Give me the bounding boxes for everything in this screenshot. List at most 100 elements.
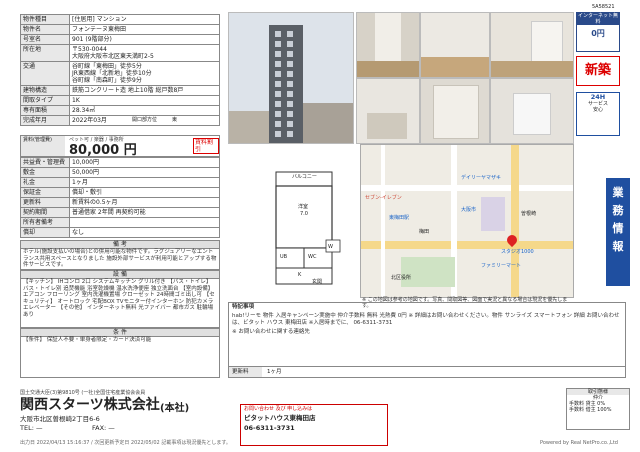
- money-value: 50,000円: [69, 167, 220, 178]
- money-key: 契約期間: [20, 207, 70, 218]
- money-row: 更新料 新賃料の0.5ヶ月: [20, 197, 220, 208]
- vbar-char-3: 情: [612, 222, 624, 235]
- money-value: 償却・敷引: [69, 187, 220, 198]
- spec-row: 完成年月 2022年03月: [20, 115, 220, 126]
- money-value: なし: [69, 227, 220, 238]
- rent-row: 賃料(管理費) ペット可 / 楽器 / 事務所 80,000 円 賃料割引: [20, 135, 220, 158]
- money-key: 保証金: [20, 187, 70, 198]
- spec-row: 専有面積 28.34㎡: [20, 105, 220, 116]
- interior-photo-1: [356, 12, 420, 78]
- interior-photo-2: [420, 12, 490, 78]
- new-build-badge: 新築: [576, 56, 620, 86]
- money-key: 礼金: [20, 177, 70, 188]
- stamp-line-3: 06-6311-3731: [244, 424, 295, 432]
- internet-free-badge: インターネット無料 0円: [576, 12, 620, 52]
- map-label-sonezaki: 曽根崎: [521, 211, 537, 217]
- company-branch: (本社): [160, 403, 190, 414]
- exposure-value: 東: [172, 117, 178, 123]
- support-24h: 24H: [590, 93, 606, 101]
- remarks-text: ホテル(施設支払いの場合)との併用可能な物件です。ラグジュアリーなエントランス共…: [20, 248, 220, 270]
- new-build-label: 新築: [584, 63, 611, 78]
- map-station-1: 大阪市: [461, 207, 477, 213]
- money-value: 普通借家 2年間 再契約可能: [69, 207, 220, 218]
- plan-wc: WC: [308, 254, 317, 260]
- money-key: 所有者備考: [20, 217, 70, 228]
- map-label-ward: 北区役所: [391, 275, 412, 281]
- company-tel: TEL: —: [20, 424, 43, 432]
- spec-key: 物件種目: [20, 14, 70, 25]
- internet-free-label: インターネット無料: [577, 13, 619, 25]
- rent-value: 80,000 円: [69, 143, 137, 158]
- money-key: 更新料: [20, 197, 70, 208]
- spec-row: 物件種目 [住居用] マンション: [20, 14, 220, 25]
- map-label-family: ファミリーマート: [481, 263, 522, 269]
- support-label-2: 安心: [592, 107, 603, 113]
- footer-print-info: 出力日 2022/04/13 15:16:37 / 次回更新予定日 2022/0…: [20, 440, 231, 446]
- building-photo: [228, 12, 354, 144]
- money-row: 所有者備考: [20, 217, 220, 228]
- plan-ub: UB: [280, 254, 288, 260]
- company-license: 国土交通大臣(3)第9810号 (一社)全国住宅産業協会会員: [20, 390, 146, 396]
- special-notes-contact: ※ お問い合わせに関する連絡先: [232, 329, 310, 335]
- fee-box: 取引態様 仲介 手数料 貸主 0% 手数料 借主 100%: [566, 388, 630, 430]
- spec-value: [住居用] マンション: [69, 14, 220, 25]
- spec-key: 建物構造: [20, 85, 70, 96]
- map-label-studio: スタジオ1000: [501, 249, 534, 255]
- closet-photo: [420, 78, 490, 144]
- internet-free-value: 0円: [591, 29, 605, 38]
- money-value: 1ヶ月: [69, 177, 220, 188]
- vbar-char-1: 業: [612, 186, 624, 199]
- exposure-label: 開口部方位: [132, 117, 158, 123]
- support-badge: 24H サービス 安心: [576, 92, 620, 136]
- money-row: 礼金 1ヶ月: [20, 177, 220, 188]
- vbar-char-4: 報: [612, 240, 624, 253]
- money-row: 保証金 償却・敷引: [20, 187, 220, 198]
- listing-code: 5A58521: [592, 4, 615, 10]
- spec-key: 物件名: [20, 24, 70, 35]
- money-value: [69, 217, 220, 228]
- rent-discount-badge: 賃料割引: [193, 138, 219, 154]
- business-info-bar: 業 務 情 報: [606, 178, 630, 286]
- stamp-line-1: お問い合わせ 及び 申し込みは: [244, 406, 313, 412]
- company-name: 関西スターツ株式会社: [20, 397, 160, 413]
- vbar-char-2: 務: [612, 204, 624, 217]
- spec-value: 〒530-0044 大阪府大阪市北区東天満町2-5: [69, 44, 220, 62]
- company-fax: FAX: —: [92, 424, 115, 432]
- map-label-daily: デイリーヤマザキ: [461, 175, 502, 181]
- money-value: 10,000円: [69, 157, 220, 168]
- plan-room: 洋室: [298, 204, 309, 210]
- bathroom-photo: [490, 78, 574, 144]
- spec-row: 建物構造 鉄筋コンクリート造 地上10階 総戸数8戸: [20, 85, 220, 96]
- rent-key: 賃料(管理費): [21, 136, 65, 156]
- footer-powered: Powered by Real NetPro.co.,Ltd: [540, 440, 618, 446]
- interior-photo-3: [490, 12, 574, 78]
- property-flyer: { "code": "5A58521", "spec_rows": [ {"k"…: [0, 0, 640, 452]
- money-key: 敷金: [20, 167, 70, 178]
- money-row: 契約期間 普通借家 2年間 再契約可能: [20, 207, 220, 218]
- spec-key: 専有面積: [20, 105, 70, 116]
- special-notes-title: 特記事項: [232, 304, 255, 310]
- money-row: 償却 なし: [20, 227, 220, 238]
- spec-row: 物件名 フォンテーヌ東梅田: [20, 24, 220, 35]
- money-row: 敷金 50,000円: [20, 167, 220, 178]
- spec-value: 1K: [69, 95, 220, 106]
- spec-key: 号室名: [20, 34, 70, 45]
- stamp-line-2: ピタットハウス東梅田店: [244, 414, 316, 422]
- plan-kitchen: K: [298, 272, 302, 278]
- special-notes-body: hab!リーモ 物件 入居キャンペーン実施中 仲介手数料 無料 光熱費 0円 ※…: [232, 313, 620, 326]
- special-notes: 特記事項 hab!リーモ 物件 入居キャンペーン実施中 仲介手数料 無料 光熱費…: [228, 302, 626, 378]
- spec-value: フォンテーヌ東梅田: [69, 24, 220, 35]
- map-label-seven: セブン-イレブン: [365, 195, 402, 201]
- money-key: 償却: [20, 227, 70, 238]
- plan-wm: W: [328, 244, 333, 250]
- kitchen-photo: [356, 78, 420, 144]
- money-key: 共益費・管理費: [20, 157, 70, 168]
- spec-value: 28.34㎡: [69, 105, 220, 116]
- money-row: 共益費・管理費 10,000円: [20, 157, 220, 168]
- spec-key: 完成年月: [20, 115, 70, 126]
- spec-table: 物件種目 [住居用] マンション 物件名 フォンテーヌ東梅田 号室名 901 (9階部分)…: [20, 14, 220, 126]
- spec-key: 交通: [20, 61, 70, 86]
- spec-value: 鉄筋コンクリート造 地上10階 総戸数8戸: [69, 85, 220, 96]
- footer: 国土交通大臣(3)第9810号 (一社)全国住宅産業協会会員 関西スターツ株式会…: [0, 384, 640, 452]
- location-map[interactable]: デイリーヤマザキ セブン-イレブン 大阪市 東梅田駅 梅田 スタジオ1000 フ…: [360, 144, 574, 298]
